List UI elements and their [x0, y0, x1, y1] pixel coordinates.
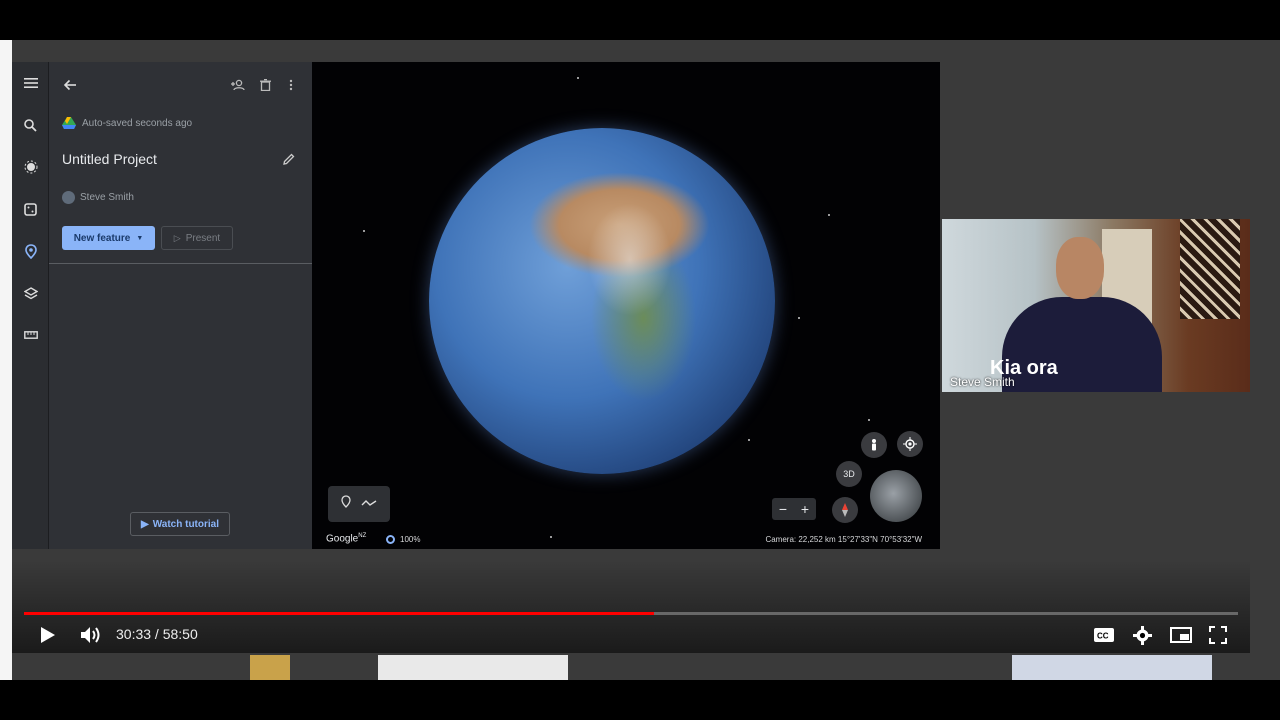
play-button[interactable]: [36, 622, 60, 648]
voyager-icon[interactable]: [12, 152, 49, 182]
back-arrow-icon[interactable]: [59, 74, 81, 96]
more-vert-icon[interactable]: [280, 74, 302, 96]
star: [828, 214, 830, 216]
tapa-cloth: [1180, 219, 1240, 319]
background-page-edge: [0, 40, 12, 680]
volume-icon: [81, 627, 100, 643]
present-button[interactable]: ▷ Present: [161, 226, 233, 250]
earth-globe[interactable]: [429, 128, 775, 474]
time-separator: /: [151, 626, 163, 642]
owner-name: Steve Smith: [80, 192, 134, 203]
present-icon: ▷: [173, 232, 181, 243]
star: [748, 439, 750, 441]
overview-minimap[interactable]: [870, 470, 922, 522]
globe-view[interactable]: 3D − + GoogleNZ 100% Camera: 22,252 km 1…: [312, 62, 940, 549]
star: [363, 230, 365, 232]
google-drive-icon: [62, 117, 76, 129]
avatar: [62, 191, 75, 204]
loading-ring-icon: [386, 534, 395, 544]
menu-icon[interactable]: [12, 68, 49, 98]
edit-pencil-icon[interactable]: [283, 152, 295, 170]
background-thumbnail: [1012, 655, 1212, 680]
gear-icon: [1132, 625, 1152, 645]
watch-tutorial-label: Watch tutorial: [152, 518, 219, 530]
project-owner: Steve Smith: [62, 191, 134, 204]
map-status-bar: GoogleNZ 100% Camera: 22,252 km 15°27'33…: [312, 529, 940, 549]
new-feature-label: New feature: [73, 232, 131, 244]
trash-icon[interactable]: [254, 74, 276, 96]
time-display: 30:33 / 58:50: [116, 626, 198, 642]
duration: 58:50: [162, 626, 198, 642]
zoom-in-button[interactable]: +: [801, 501, 809, 517]
google-logo: GoogleNZ: [326, 533, 367, 545]
search-icon[interactable]: [12, 110, 49, 140]
projects-icon[interactable]: [12, 236, 49, 266]
play-icon: [41, 627, 55, 643]
feeling-lucky-icon[interactable]: [12, 194, 49, 224]
draw-line-icon[interactable]: [361, 495, 377, 513]
settings-button[interactable]: [1130, 622, 1154, 648]
drawing-tools: [328, 486, 390, 522]
watch-tutorial-button[interactable]: ▶ Watch tutorial: [130, 512, 230, 536]
letterbox-bottom: [0, 680, 1280, 720]
zoom-controls: − +: [772, 498, 816, 520]
project-panel: Auto-saved seconds ago Untitled Project …: [49, 62, 312, 549]
mode-3d-button[interactable]: 3D: [836, 461, 862, 487]
star: [868, 419, 870, 421]
miniplayer-button[interactable]: [1168, 622, 1194, 648]
compass-icon[interactable]: [832, 497, 858, 523]
captions-button[interactable]: CC: [1092, 622, 1116, 648]
share-add-person-icon[interactable]: [227, 74, 249, 96]
project-title[interactable]: Untitled Project: [62, 151, 157, 167]
progress-bar[interactable]: [24, 612, 1238, 615]
dropdown-caret-icon: ▼: [136, 234, 144, 242]
background-thumbnail: [250, 655, 290, 680]
zoom-status: 100%: [386, 534, 420, 544]
background-thumbnail: [378, 655, 568, 680]
map-style-icon[interactable]: [12, 278, 49, 308]
fullscreen-icon: [1209, 626, 1227, 644]
add-placemark-icon[interactable]: [341, 495, 351, 513]
webcam-feed: Kia ora Steve Smith: [942, 219, 1250, 392]
svg-text:CC: CC: [1097, 632, 1109, 641]
present-label: Present: [185, 232, 221, 244]
webcam-name-label: Steve Smith: [950, 375, 1015, 389]
miniplayer-icon: [1170, 627, 1192, 643]
closed-captions-icon: CC: [1094, 628, 1114, 642]
camera-info: Camera: 22,252 km 15°27'33"N 70°53'32"W: [765, 534, 922, 544]
pegman-icon[interactable]: [861, 432, 887, 458]
presenter-head: [1056, 237, 1104, 299]
autosave-text: Auto-saved seconds ago: [82, 117, 193, 129]
star: [577, 77, 579, 79]
current-time: 30:33: [116, 626, 152, 642]
play-circle-icon: ▶: [141, 518, 149, 530]
autosave-status: Auto-saved seconds ago: [62, 117, 192, 129]
volume-button[interactable]: [78, 622, 104, 648]
my-location-icon[interactable]: [897, 431, 923, 457]
star: [798, 317, 800, 319]
left-rail: [12, 62, 49, 549]
panel-divider: [49, 263, 312, 264]
measure-icon[interactable]: [12, 320, 49, 350]
progress-played: [24, 612, 655, 615]
zoom-out-button[interactable]: −: [779, 501, 787, 517]
fullscreen-button[interactable]: [1206, 622, 1230, 648]
new-feature-button[interactable]: New feature ▼: [62, 226, 155, 250]
google-earth-window: Auto-saved seconds ago Untitled Project …: [12, 62, 940, 549]
